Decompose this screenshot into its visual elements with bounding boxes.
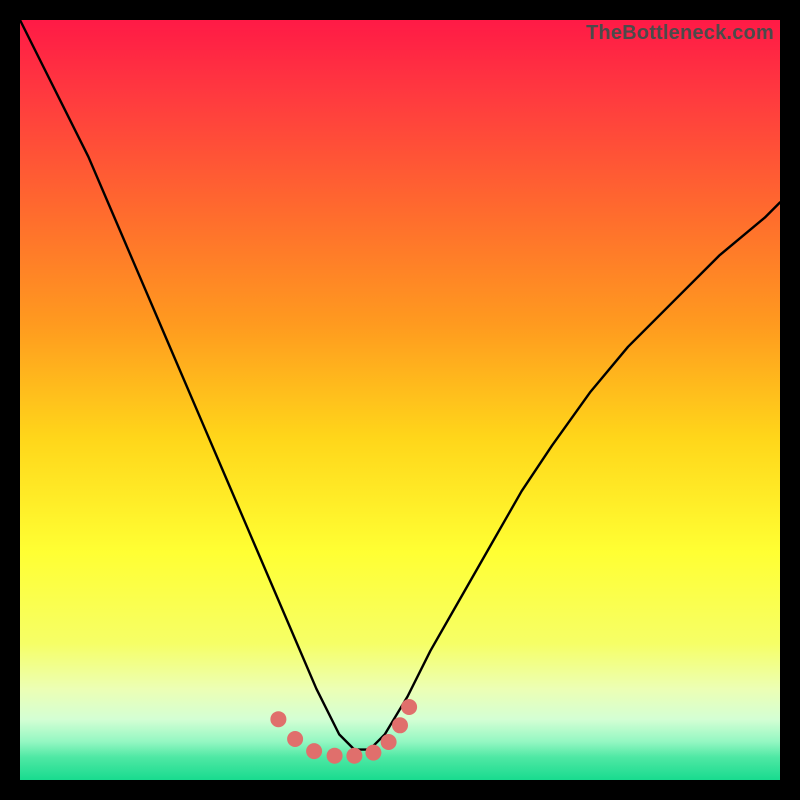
watermark-text: TheBottleneck.com (586, 22, 774, 45)
optimal-marker (381, 734, 397, 750)
optimal-marker (365, 745, 381, 761)
optimal-marker (401, 699, 417, 715)
optimal-marker (306, 743, 322, 759)
optimal-marker (270, 711, 286, 727)
curve-layer (20, 20, 780, 780)
chart-frame: TheBottleneck.com (0, 0, 800, 800)
optimal-marker (346, 748, 362, 764)
optimal-marker (392, 717, 408, 733)
plot-area (20, 20, 780, 780)
optimal-marker (327, 748, 343, 764)
bottleneck-curve (20, 20, 780, 750)
optimal-zone-markers (270, 699, 417, 764)
optimal-marker (287, 731, 303, 747)
